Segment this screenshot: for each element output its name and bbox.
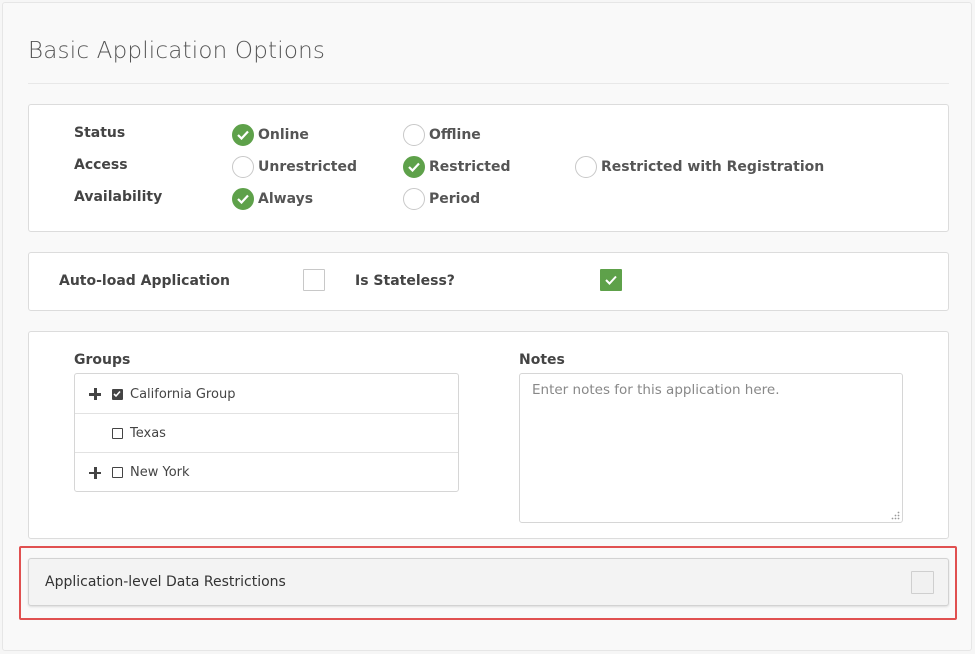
status-offline-radio[interactable]: Offline xyxy=(403,124,481,146)
expand-plus-icon[interactable] xyxy=(89,467,101,479)
checkmark-icon xyxy=(605,275,617,285)
availability-period-label: Period xyxy=(429,191,480,207)
status-online-radio[interactable]: Online xyxy=(232,124,309,146)
availability-label: Availability xyxy=(74,189,162,205)
availability-always-radio[interactable]: Always xyxy=(232,188,313,210)
access-registration-label: Restricted with Registration xyxy=(601,159,824,175)
radio-unchecked-icon xyxy=(403,124,425,146)
radio-unchecked-icon xyxy=(232,156,254,178)
tree-item-texas[interactable]: Texas xyxy=(75,413,458,453)
tree-checkbox[interactable] xyxy=(112,467,123,478)
radio-unchecked-icon xyxy=(575,156,597,178)
radio-unchecked-icon xyxy=(403,188,425,210)
data-restrictions-checkbox[interactable] xyxy=(911,571,934,594)
notes-textarea[interactable] xyxy=(519,373,903,523)
access-restricted-radio[interactable]: Restricted xyxy=(403,156,511,178)
tree-item-california[interactable]: California Group xyxy=(75,374,458,414)
groups-label: Groups xyxy=(74,352,130,368)
access-unrestricted-radio[interactable]: Unrestricted xyxy=(232,156,357,178)
stateless-checkbox[interactable] xyxy=(600,269,622,291)
resize-grip-icon[interactable] xyxy=(890,511,900,521)
data-restrictions-label: Application-level Data Restrictions xyxy=(45,574,286,590)
groups-tree: California Group Texas New York xyxy=(74,373,459,492)
radio-checked-icon xyxy=(232,188,254,210)
autoload-label: Auto-load Application xyxy=(59,273,230,289)
tree-checkbox-checked[interactable] xyxy=(112,389,123,400)
expand-plus-icon[interactable] xyxy=(89,388,101,400)
page-title: Basic Application Options xyxy=(28,38,325,64)
status-offline-label: Offline xyxy=(429,127,481,143)
title-divider xyxy=(28,83,949,84)
radio-checked-icon xyxy=(232,124,254,146)
status-online-label: Online xyxy=(258,127,309,143)
tree-item-label: New York xyxy=(130,465,190,480)
status-label: Status xyxy=(74,125,125,141)
tree-checkbox[interactable] xyxy=(112,428,123,439)
availability-always-label: Always xyxy=(258,191,313,207)
autoload-checkbox[interactable] xyxy=(303,269,325,291)
data-restrictions-bar[interactable]: Application-level Data Restrictions xyxy=(28,558,949,606)
access-registration-radio[interactable]: Restricted with Registration xyxy=(575,156,824,178)
tree-item-label: California Group xyxy=(130,387,235,402)
access-restricted-label: Restricted xyxy=(429,159,511,175)
access-label: Access xyxy=(74,157,128,173)
tree-item-new-york[interactable]: New York xyxy=(75,452,458,492)
radio-checked-icon xyxy=(403,156,425,178)
checkmark-icon xyxy=(113,390,121,398)
notes-label: Notes xyxy=(519,352,565,368)
availability-period-radio[interactable]: Period xyxy=(403,188,480,210)
stateless-label: Is Stateless? xyxy=(355,273,455,289)
tree-item-label: Texas xyxy=(130,426,166,441)
access-unrestricted-label: Unrestricted xyxy=(258,159,357,175)
